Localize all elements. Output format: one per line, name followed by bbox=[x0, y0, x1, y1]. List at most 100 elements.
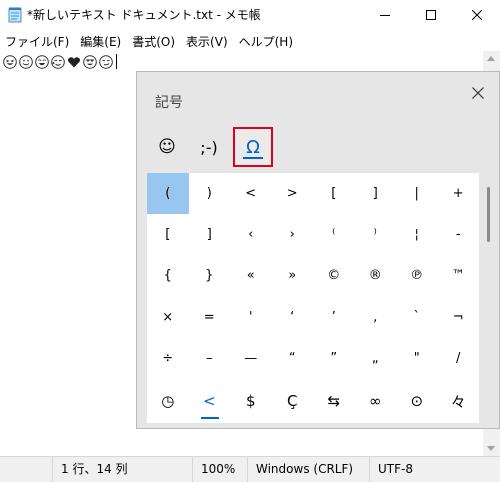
status-bar: 1 行、14 列 100% Windows (CRLF) UTF-8 bbox=[0, 456, 500, 482]
category-recent[interactable]: ◷ bbox=[147, 379, 189, 423]
symbol-cell[interactable]: ` bbox=[396, 297, 438, 338]
category-currency[interactable]: $ bbox=[230, 379, 272, 423]
symbol-cell[interactable]: [ bbox=[147, 214, 189, 255]
symbol-cell[interactable]: " bbox=[396, 338, 438, 379]
emoji-text-line bbox=[3, 54, 117, 69]
symbol-cell[interactable]: ” bbox=[313, 338, 355, 379]
symbol-cell[interactable]: > bbox=[272, 173, 314, 214]
status-encoding: UTF-8 bbox=[369, 457, 500, 482]
symbol-grid: ( ) < > [ ] | + [ ] ‹ › ⁽ ⁾ ¦ - { } « » … bbox=[147, 173, 479, 379]
category-language[interactable]: 々 bbox=[438, 379, 480, 423]
menu-edit[interactable]: 編集(E) bbox=[75, 31, 127, 51]
status-zoom: 100% bbox=[192, 457, 247, 482]
face-with-tears-icon bbox=[51, 54, 65, 69]
symbol-cell[interactable]: } bbox=[189, 255, 231, 296]
panel-close-button[interactable] bbox=[463, 78, 493, 108]
title-bar: *新しいテキスト ドキュメント.txt - メモ帳 bbox=[0, 0, 500, 30]
panel-title: 記号 bbox=[155, 95, 183, 111]
symbol-cell[interactable]: « bbox=[230, 255, 272, 296]
category-supplemental[interactable]: ⊙ bbox=[396, 379, 438, 423]
symbol-cell[interactable]: „ bbox=[355, 338, 397, 379]
close-icon bbox=[472, 87, 484, 99]
scroll-up-arrow-icon[interactable] bbox=[487, 56, 495, 61]
symbol-cell[interactable]: ÷ bbox=[147, 338, 189, 379]
menu-bar: ファイル(F) 編集(E) 書式(O) 表示(V) ヘルプ(H) bbox=[0, 31, 500, 51]
symbol-cell[interactable]: ¦ bbox=[396, 214, 438, 255]
minimize-button[interactable] bbox=[362, 0, 408, 30]
category-punctuation[interactable]: < bbox=[189, 379, 231, 423]
scroll-down-arrow-icon[interactable] bbox=[487, 446, 495, 451]
symbol-cell[interactable]: × bbox=[147, 297, 189, 338]
symbol-cell[interactable]: “ bbox=[272, 338, 314, 379]
close-button[interactable] bbox=[454, 0, 500, 30]
rolling-laughing-face-icon bbox=[35, 54, 49, 69]
grinning-squint-face-icon bbox=[3, 54, 17, 69]
smirking-face-icon bbox=[99, 54, 113, 69]
symbol-cell[interactable]: © bbox=[313, 255, 355, 296]
category-math[interactable]: ∞ bbox=[355, 379, 397, 423]
symbol-cell[interactable]: ] bbox=[189, 214, 231, 255]
symbol-cell[interactable]: / bbox=[438, 338, 480, 379]
c-cedilla-icon: Ç bbox=[287, 392, 298, 410]
symbol-cell[interactable]: ‹ bbox=[230, 214, 272, 255]
smiley-icon: ☺ bbox=[158, 137, 176, 157]
symbol-cell[interactable]: - bbox=[438, 214, 480, 255]
active-tab-indicator bbox=[243, 157, 263, 159]
notepad-app-icon bbox=[8, 7, 22, 23]
symbol-cell[interactable]: < bbox=[230, 173, 272, 214]
status-line-ending: Windows (CRLF) bbox=[247, 457, 369, 482]
omega-symbol-icon: Ω bbox=[246, 136, 260, 158]
symbol-cell[interactable]: ™ bbox=[438, 255, 480, 296]
circled-dot-icon: ⊙ bbox=[410, 392, 424, 410]
tab-symbols[interactable]: Ω bbox=[233, 127, 273, 167]
symbol-cell[interactable]: ‚ bbox=[355, 297, 397, 338]
kaomoji-label: ;-) bbox=[200, 137, 218, 157]
symbol-cell[interactable]: | bbox=[396, 173, 438, 214]
text-caret bbox=[116, 54, 117, 69]
symbol-grid-scrollbar[interactable] bbox=[487, 187, 490, 242]
symbol-cell[interactable]: — bbox=[230, 338, 272, 379]
dollar-icon: $ bbox=[245, 392, 256, 410]
symbol-cell[interactable]: ⁽ bbox=[313, 214, 355, 255]
close-icon bbox=[472, 10, 482, 20]
category-geometric[interactable]: ⇆ bbox=[313, 379, 355, 423]
tab-kaomoji[interactable]: ;-) bbox=[189, 127, 229, 167]
clock-icon: ◷ bbox=[161, 392, 175, 410]
symbol-cell[interactable]: ¬ bbox=[438, 297, 480, 338]
symbol-cell[interactable]: ⁾ bbox=[355, 214, 397, 255]
symbol-cell[interactable]: ) bbox=[189, 173, 231, 214]
tab-emoji[interactable]: ☺ bbox=[147, 127, 187, 167]
symbol-cell[interactable]: ℗ bbox=[396, 255, 438, 296]
symbol-cell[interactable]: { bbox=[147, 255, 189, 296]
symbol-cell[interactable]: – bbox=[189, 338, 231, 379]
symbol-cell[interactable]: ‘ bbox=[272, 297, 314, 338]
symbol-category-bar: ◷ < $ Ç ⇆ ∞ ⊙ 々 bbox=[147, 379, 479, 423]
maximize-button[interactable] bbox=[408, 0, 454, 30]
symbol-cell[interactable]: + bbox=[438, 173, 480, 214]
symbol-cell[interactable]: » bbox=[272, 255, 314, 296]
symbol-cell[interactable]: ® bbox=[355, 255, 397, 296]
infinity-icon: ∞ bbox=[369, 392, 382, 410]
symbol-cell[interactable]: [ bbox=[313, 173, 355, 214]
symbol-cell[interactable]: › bbox=[272, 214, 314, 255]
smiling-face-icon bbox=[19, 54, 33, 69]
symbol-cell[interactable]: = bbox=[189, 297, 231, 338]
symbol-cell[interactable]: ( bbox=[147, 173, 189, 215]
symbol-cell[interactable]: ] bbox=[355, 173, 397, 214]
menu-format[interactable]: 書式(O) bbox=[127, 31, 181, 51]
category-latin[interactable]: Ç bbox=[272, 379, 314, 423]
maximize-icon bbox=[426, 10, 436, 20]
minimize-icon bbox=[380, 15, 390, 16]
arrows-icon: ⇆ bbox=[327, 392, 341, 410]
less-than-icon: < bbox=[202, 392, 216, 410]
heart-eyes-face-icon bbox=[83, 54, 97, 69]
symbol-cell[interactable]: ' bbox=[230, 297, 272, 338]
menu-view[interactable]: 表示(V) bbox=[181, 31, 234, 51]
symbol-cell[interactable]: ’ bbox=[313, 297, 355, 338]
status-cursor-position: 1 行、14 列 bbox=[52, 457, 192, 482]
emoji-symbol-panel: 記号 ☺ ;-) Ω ( ) < > [ ] | + [ ] ‹ › ⁽ ⁾ ¦… bbox=[136, 71, 500, 429]
heart-icon bbox=[67, 56, 81, 67]
menu-file[interactable]: ファイル(F) bbox=[0, 31, 75, 51]
menu-help[interactable]: ヘルプ(H) bbox=[234, 31, 299, 51]
kanji-repeat-icon: 々 bbox=[450, 392, 466, 411]
